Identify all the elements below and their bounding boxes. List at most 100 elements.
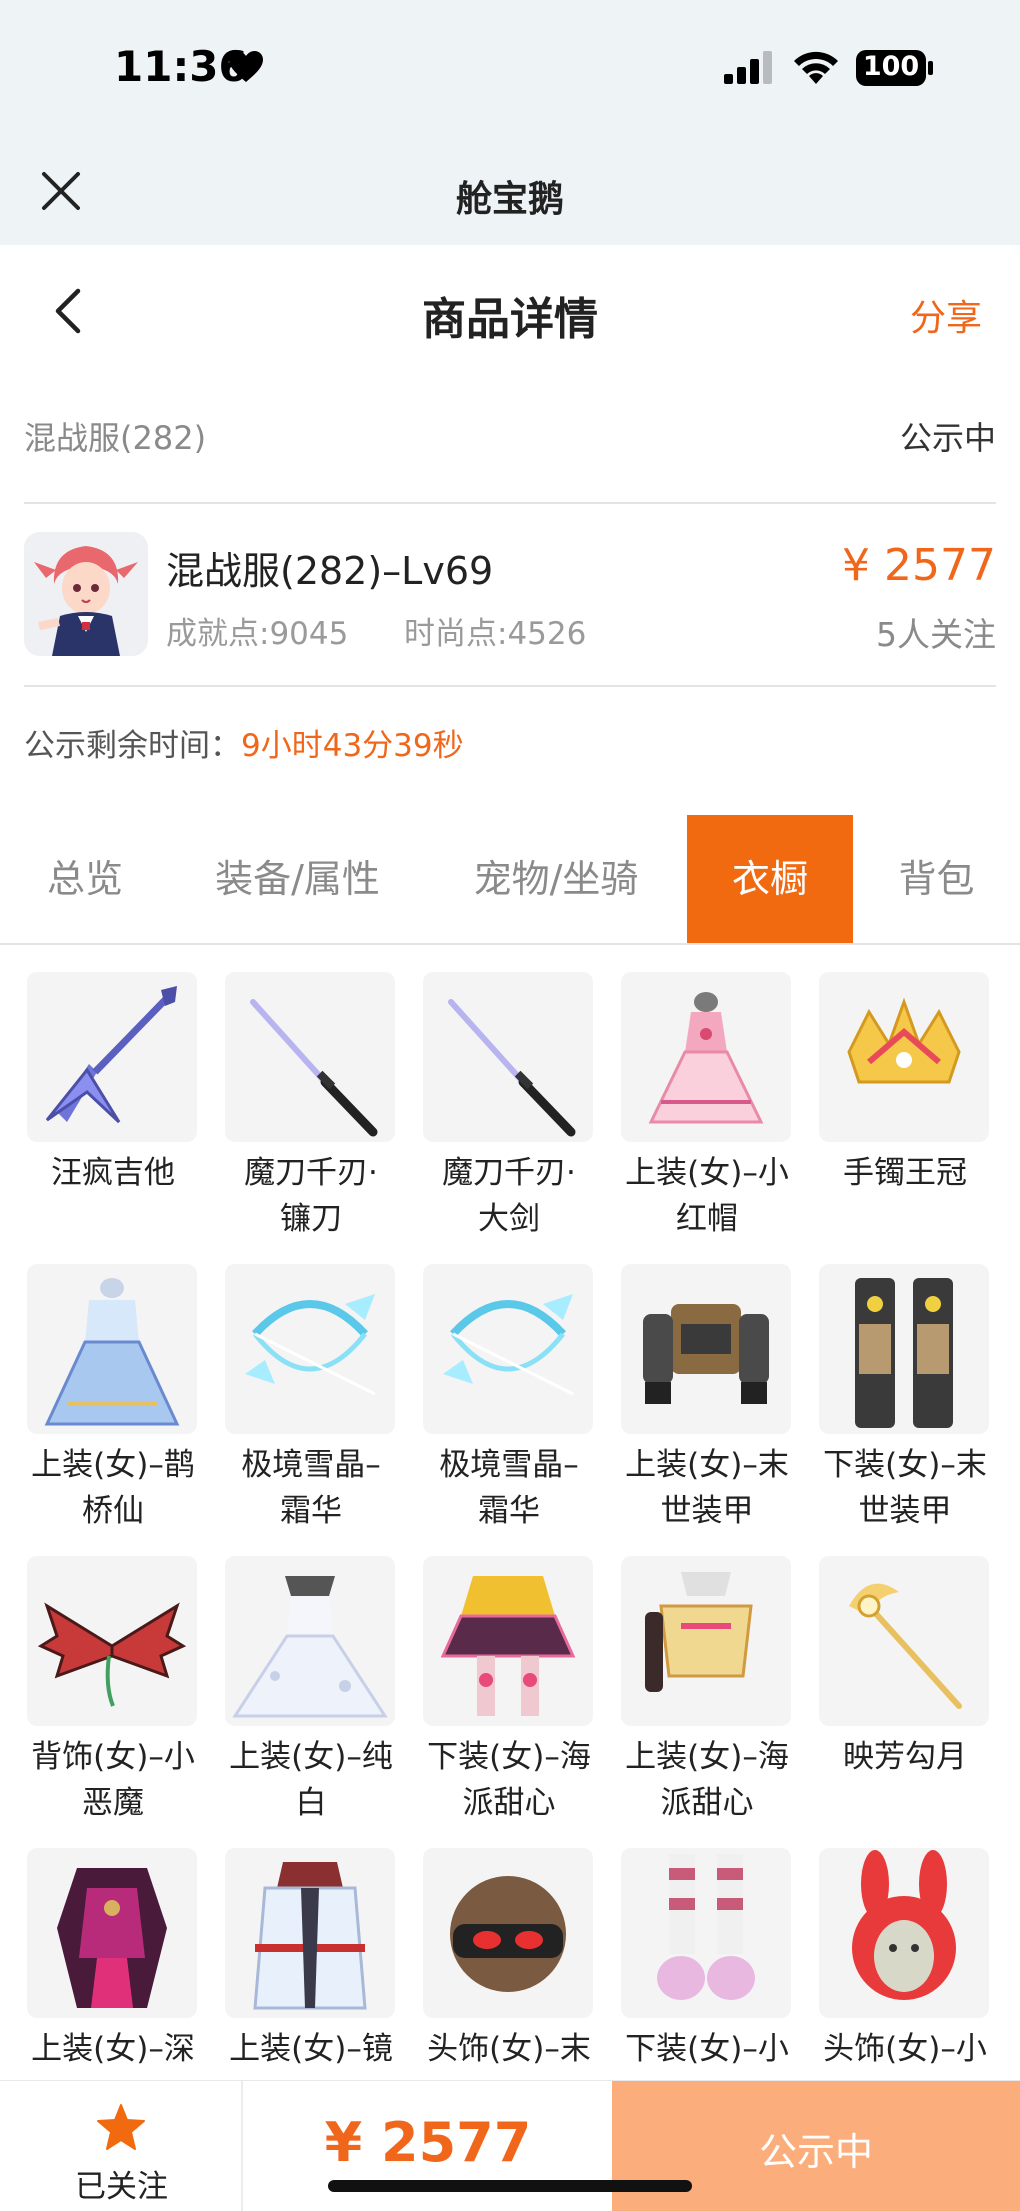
wardrobe-item[interactable]: 上装(女)–深 — [0, 1821, 198, 2080]
guitar-icon — [27, 972, 197, 1142]
wardrobe-item-label: 下装(女)–小 — [602, 2026, 812, 2072]
wardrobe-item-label-line1: 头饰(女)–末 — [427, 2031, 591, 2067]
wardrobe-item-label-line2: 桥仙 — [82, 1493, 144, 1529]
wardrobe-item-label: 上装(女)–鹊 桥仙 — [8, 1442, 218, 1534]
wardrobe-item[interactable]: 手镯王冠 — [792, 945, 990, 1235]
wardrobe-item-label-line1: 极境雪晶– — [241, 1447, 381, 1483]
tab-backpack[interactable]: 背包 — [853, 815, 1020, 943]
wardrobe-item[interactable]: 下装(女)–小 — [594, 1821, 792, 2080]
tab-overview[interactable]: 总览 — [0, 815, 170, 943]
countdown-label: 公示剩余时间： — [24, 728, 241, 764]
dark-armor-icon — [27, 1848, 197, 2018]
follow-button[interactable]: 已关注 — [0, 2081, 243, 2211]
wardrobe-item-label: 上装(女)–深 — [8, 2026, 218, 2072]
product-summary: 混战服(282)–Lv69 成就点:9045 时尚点:4526 ¥ 2577 5… — [24, 530, 996, 660]
wardrobe-item-label: 下装(女)–末 世装甲 — [800, 1442, 1010, 1534]
follow-label: 已关注 — [75, 2169, 168, 2205]
white-dress-icon — [225, 1556, 395, 1726]
status-bar: 11:36 100 — [0, 0, 1020, 150]
wardrobe-item-label-line1: 魔刀千刃· — [442, 1155, 576, 1191]
wardrobe-item-label-line2: 派甜心 — [660, 1785, 754, 1821]
product-price: ¥ 2577 — [842, 540, 996, 591]
wardrobe-item[interactable]: 头饰(女)–小 — [792, 1821, 990, 2080]
bottom-price: ¥ 2577 — [324, 2111, 532, 2174]
dress-icon — [621, 972, 791, 1142]
heart-icon — [229, 51, 263, 82]
battery-level: 100 — [862, 51, 920, 82]
publicity-status: 公示中 — [899, 419, 996, 457]
wardrobe-item[interactable]: 背饰(女)–小 恶魔 — [0, 1529, 198, 1821]
wardrobe-item-label-line1: 下装(女)–小 — [625, 2031, 789, 2067]
home-indicator — [328, 2180, 692, 2192]
wardrobe-item[interactable]: 魔刀千刃· 大剑 — [396, 945, 594, 1237]
wardrobe-item-label-line2: 白 — [295, 1785, 327, 1821]
share-button[interactable]: 分享 — [910, 289, 982, 341]
wardrobe-item[interactable]: 上装(女)–鹊 桥仙 — [0, 1237, 198, 1529]
katana-icon — [225, 972, 395, 1142]
wardrobe-item-label-line1: 背饰(女)–小 — [31, 1739, 195, 1775]
tab-equipment[interactable]: 装备/属性 — [170, 815, 425, 943]
app-header: 舱宝鹅 — [0, 150, 1020, 245]
page-header: 商品详情 分享 — [0, 245, 1020, 375]
gown-icon — [27, 1264, 197, 1434]
wardrobe-item-label-line1: 下装(女)–海 — [427, 1739, 591, 1775]
wardrobe-item-label-line1: 上装(女)–镜 — [229, 2031, 393, 2067]
crystal-bow-icon — [423, 1264, 593, 1434]
wardrobe-item-label: 极境雪晶– 霜华 — [404, 1442, 614, 1534]
wardrobe-item-label: 魔刀千刃· 大剑 — [404, 1150, 614, 1242]
wardrobe-item-label: 头饰(女)–小 — [800, 2026, 1010, 2072]
wardrobe-item[interactable]: 上装(女)–镜 — [198, 1821, 396, 2080]
wardrobe-item[interactable]: 极境雪晶– 霜华 — [396, 1237, 594, 1529]
wardrobe-item[interactable]: 下装(女)–海 派甜心 — [396, 1529, 594, 1821]
character-avatar — [24, 532, 148, 656]
wardrobe-item-label-line1: 映芳勾月 — [843, 1739, 967, 1775]
countdown-row: 公示剩余时间：9小时43分39秒 — [24, 720, 464, 770]
battery-icon: 100 — [855, 48, 935, 88]
page-title: 商品详情 — [422, 294, 598, 345]
star-icon — [97, 2104, 145, 2150]
wardrobe-item-label: 手镯王冠 — [800, 1150, 1010, 1196]
wardrobe-item[interactable]: 汪疯吉他 — [0, 945, 198, 1235]
armor-legs-icon — [819, 1264, 989, 1434]
helmet-icon — [423, 1848, 593, 2018]
wardrobe-item[interactable]: 极境雪晶– 霜华 — [198, 1237, 396, 1529]
divider — [24, 502, 996, 504]
skirt-icon — [423, 1556, 593, 1726]
wardrobe-item[interactable]: 上装(女)–海 派甜心 — [594, 1529, 792, 1821]
armor-top-icon — [621, 1264, 791, 1434]
top-icon — [621, 1556, 791, 1726]
countdown-value: 9小时43分39秒 — [241, 728, 464, 764]
wardrobe-item-label: 上装(女)–纯白 — [206, 1734, 416, 1826]
wifi-icon — [794, 51, 838, 84]
wardrobe-item-label-line1: 上装(女)–纯 — [229, 1739, 393, 1775]
wardrobe-item[interactable]: 下装(女)–末 世装甲 — [792, 1237, 990, 1529]
wardrobe-item-label-line2: 大剑 — [478, 1201, 540, 1237]
wardrobe-item[interactable]: 上装(女)–末 世装甲 — [594, 1237, 792, 1529]
wardrobe-item-label-line1: 头饰(女)–小 — [823, 2031, 987, 2067]
wardrobe-item-label: 上装(女)–末 世装甲 — [602, 1442, 812, 1534]
wardrobe-item-label-line2: 霜华 — [280, 1493, 342, 1529]
cellular-signal-icon — [724, 51, 772, 84]
wardrobe-item-label-line1: 下装(女)–末 — [823, 1447, 987, 1483]
app-title: 舱宝鹅 — [455, 179, 564, 220]
wardrobe-item[interactable]: 魔刀千刃· 镰刀 — [198, 945, 396, 1237]
wardrobe-item-label-line2: 派甜心 — [462, 1785, 556, 1821]
tab-wardrobe[interactable]: 衣橱 — [687, 815, 853, 943]
demon-wings-icon — [27, 1556, 197, 1726]
wardrobe-item[interactable]: 上装(女)–小 红帽 — [594, 945, 792, 1237]
kimono-icon — [225, 1848, 395, 2018]
wardrobe-item-label-line1: 极境雪晶– — [439, 1447, 579, 1483]
divider — [24, 685, 996, 687]
wardrobe-item-label-line1: 上装(女)–深 — [31, 2031, 195, 2067]
wardrobe-item-label-line1: 手镯王冠 — [843, 1155, 967, 1191]
wardrobe-item[interactable]: 头饰(女)–末 — [396, 1821, 594, 2080]
tab-pets-mounts[interactable]: 宠物/坐骑 — [425, 815, 687, 943]
crown-bracelet-icon — [819, 972, 989, 1142]
socks-shoes-icon — [621, 1848, 791, 2018]
product-title: 混战服(282)–Lv69 — [166, 549, 494, 593]
wardrobe-item[interactable]: 映芳勾月 — [792, 1529, 990, 1819]
wardrobe-item-label-line1: 魔刀千刃· — [244, 1155, 378, 1191]
wardrobe-item-label: 映芳勾月 — [800, 1734, 1010, 1780]
wardrobe-item-label: 上装(女)–小 红帽 — [602, 1150, 812, 1242]
wardrobe-item[interactable]: 上装(女)–纯白 — [198, 1529, 396, 1821]
